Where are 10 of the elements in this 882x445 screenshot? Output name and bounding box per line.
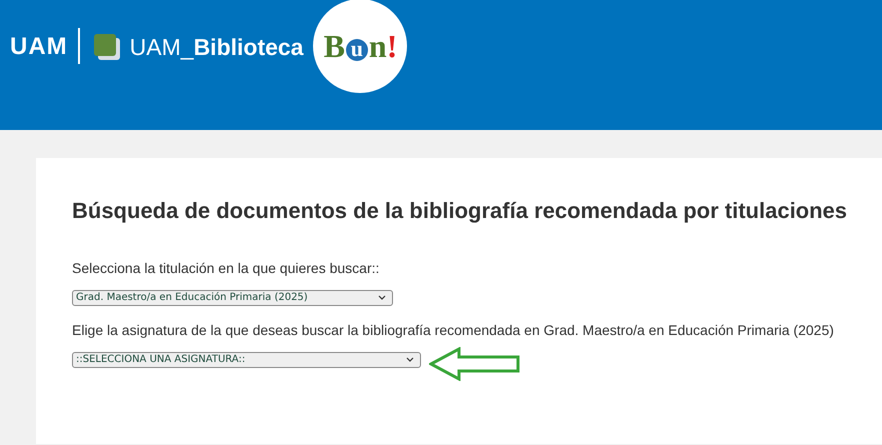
page-title: Búsqueda de documentos de la bibliografía recomendada por titulaciones xyxy=(72,198,848,224)
library-name[interactable]: UAM_Biblioteca xyxy=(130,34,304,61)
chevron-down-icon xyxy=(406,356,414,362)
book-icon xyxy=(92,32,122,62)
uam-logo[interactable]: UAM xyxy=(10,33,68,61)
field-label: Elige la asignatura de la que deseas buscar la bibliografía recomendada en Grad. Maestro/a en Educación Primaria (2025) xyxy=(72,322,835,338)
field-label: Selecciona la titulación en la que quieres buscar:: xyxy=(72,260,380,276)
dropdown[interactable]: ::SELECCIONA UNA ASIGNATURA:: xyxy=(72,352,421,368)
chevron-down-icon xyxy=(378,294,386,300)
dropdown[interactable]: Grad. Maestro/a en Educación Primaria (2025) xyxy=(72,290,393,306)
